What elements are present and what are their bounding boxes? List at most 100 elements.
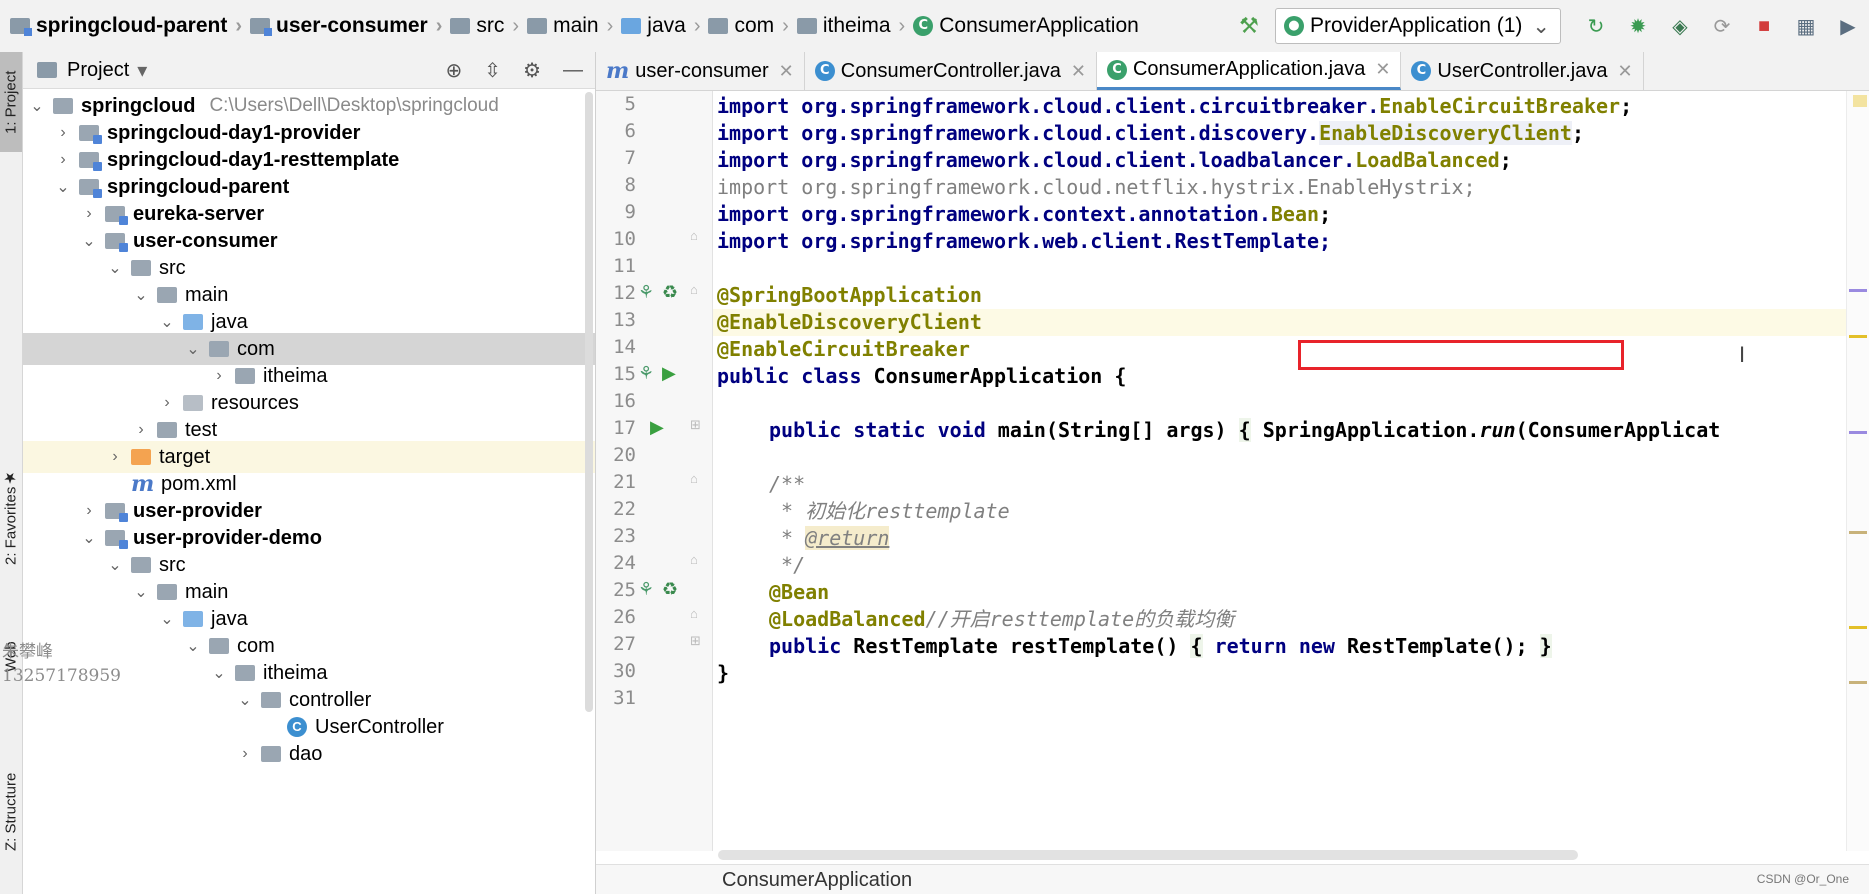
fold-icon[interactable]: ⌂ bbox=[690, 228, 698, 243]
chevron-right-icon[interactable]: › bbox=[235, 745, 255, 763]
chevron-down-icon[interactable]: ⌄ bbox=[183, 636, 203, 656]
code-line-current: @EnableDiscoveryClient bbox=[713, 309, 1863, 336]
inspection-status-icon[interactable] bbox=[1853, 95, 1867, 107]
expand-icon[interactable]: ⊞ bbox=[690, 417, 701, 433]
stripe-marker[interactable] bbox=[1849, 335, 1867, 338]
breadcrumb-item[interactable]: src › bbox=[446, 14, 523, 38]
chevron-right-icon[interactable]: › bbox=[79, 205, 99, 223]
code-line-unused-import: import org.springframework.cloud.netflix… bbox=[717, 175, 1476, 199]
run-icon[interactable]: ▶ bbox=[662, 363, 676, 384]
code-line: public RestTemplate restTemplate() { ret… bbox=[713, 633, 1863, 660]
spring-bean-icon[interactable]: ⚘ bbox=[638, 282, 654, 303]
breadcrumb-item[interactable]: C ConsumerApplication bbox=[909, 14, 1143, 38]
close-icon[interactable]: ✕ bbox=[1375, 59, 1390, 80]
build-hammer-icon[interactable]: ⚒ bbox=[1235, 12, 1263, 40]
close-icon[interactable]: ✕ bbox=[779, 61, 794, 82]
chevron-down-icon[interactable]: ⌄ bbox=[183, 339, 203, 359]
chevron-right-icon[interactable]: › bbox=[79, 502, 99, 520]
terminal-icon[interactable]: ▶ bbox=[1833, 11, 1863, 41]
package-icon bbox=[235, 665, 255, 681]
stripe-marker[interactable] bbox=[1849, 431, 1867, 434]
chevron-down-icon[interactable]: ⌄ bbox=[131, 285, 151, 305]
chevron-right-icon[interactable]: › bbox=[105, 448, 125, 466]
coverage-icon[interactable]: ◈ bbox=[1665, 11, 1695, 41]
tab-project[interactable]: 1: Project bbox=[0, 52, 22, 152]
code-area[interactable]: import org.springframework.cloud.client.… bbox=[713, 91, 1863, 851]
chevron-down-icon[interactable]: ⌄ bbox=[27, 96, 47, 116]
hide-icon[interactable]: — bbox=[563, 59, 583, 82]
code-line-comment: */ bbox=[769, 553, 806, 577]
stripe-marker[interactable] bbox=[1849, 626, 1867, 629]
fold-icon[interactable]: ⌂ bbox=[690, 552, 698, 567]
tab-consumer-application[interactable]: C ConsumerApplication.java ✕ bbox=[1096, 52, 1402, 90]
breadcrumb-item[interactable]: java › bbox=[617, 14, 704, 38]
chevron-right-icon: › bbox=[435, 14, 443, 37]
line-number-gutter[interactable]: 5 6 7 8 9 10 11 12 13 14 15 16 17 20 21 … bbox=[596, 91, 713, 851]
chevron-right-icon[interactable]: › bbox=[157, 394, 177, 412]
run-configuration-select[interactable]: ● ProviderApplication (1) ⌄ bbox=[1274, 8, 1561, 44]
tab-user-consumer[interactable]: m user-consumer ✕ bbox=[596, 52, 805, 90]
breadcrumb-item[interactable]: main › bbox=[523, 14, 617, 38]
rerun-icon[interactable]: ↻ bbox=[1581, 11, 1611, 41]
chevron-right-icon[interactable]: › bbox=[53, 151, 73, 169]
breadcrumb-item[interactable]: user-consumer › bbox=[246, 14, 446, 38]
breadcrumb-item[interactable]: itheima › bbox=[793, 14, 909, 38]
gear-icon[interactable]: ⚙ bbox=[523, 58, 541, 83]
project-scrollbar[interactable] bbox=[585, 92, 593, 712]
error-stripe[interactable] bbox=[1846, 91, 1869, 851]
chevron-down-icon[interactable]: ⌄ bbox=[105, 258, 125, 278]
horizontal-scrollbar[interactable] bbox=[718, 850, 1578, 860]
chevron-down-icon[interactable]: ⌄ bbox=[105, 555, 125, 575]
tab-web[interactable]: Web bbox=[0, 612, 22, 702]
editor-breadcrumb[interactable]: ConsumerApplication bbox=[596, 864, 1869, 894]
chevron-right-icon[interactable]: › bbox=[53, 124, 73, 142]
chevron-down-icon[interactable]: ⌄ bbox=[131, 582, 151, 602]
close-icon[interactable]: ✕ bbox=[1071, 61, 1086, 82]
spring-bean-icon[interactable]: ⚘ bbox=[638, 579, 654, 600]
breadcrumb-item[interactable]: com › bbox=[704, 14, 792, 38]
stripe-marker[interactable] bbox=[1849, 289, 1867, 292]
spring-bean-icon[interactable]: ⚘ bbox=[638, 363, 654, 384]
chevron-down-icon[interactable]: ⌄ bbox=[79, 528, 99, 548]
code-line: import org.springframework.cloud.client.… bbox=[713, 93, 1863, 120]
annotation: @LoadBalanced bbox=[769, 607, 926, 631]
toolbar: ⚒ ● ProviderApplication (1) ⌄ ↻ ✹ ◈ ⟳ ■ … bbox=[1235, 0, 1869, 52]
stripe-marker[interactable] bbox=[1849, 531, 1867, 534]
fold-icon[interactable]: ⌂ bbox=[690, 471, 698, 486]
spring-config-icon[interactable]: ♻ bbox=[662, 579, 678, 600]
chevron-down-icon[interactable]: ⌄ bbox=[79, 231, 99, 251]
chevron-right-icon[interactable]: › bbox=[209, 367, 229, 385]
chevron-down-icon[interactable]: ⌄ bbox=[209, 663, 229, 683]
project-structure-icon[interactable]: ▦ bbox=[1791, 11, 1821, 41]
class-ref: EnableDiscoveryClient bbox=[1319, 121, 1572, 145]
fold-icon[interactable]: ⌂ bbox=[690, 606, 698, 621]
module-folder-icon bbox=[10, 18, 32, 36]
collapse-all-icon[interactable]: ⇳ bbox=[484, 58, 501, 83]
tab-label: Z: Structure bbox=[2, 772, 20, 852]
chevron-down-icon[interactable]: ⌄ bbox=[157, 609, 177, 629]
chevron-down-icon[interactable]: ⌄ bbox=[235, 690, 255, 710]
project-view-select[interactable]: Project bbox=[67, 59, 129, 82]
locate-icon[interactable]: ⊕ bbox=[446, 58, 463, 83]
profile-icon[interactable]: ⟳ bbox=[1707, 11, 1737, 41]
tab-structure[interactable]: Z: Structure bbox=[0, 742, 22, 882]
spring-config-icon[interactable]: ♻ bbox=[662, 282, 678, 303]
breadcrumb-item[interactable]: springcloud-parent › bbox=[6, 14, 246, 38]
fold-icon[interactable]: ⌂ bbox=[690, 282, 698, 297]
tab-user-controller[interactable]: C UserController.java ✕ bbox=[1401, 52, 1644, 90]
expand-icon[interactable]: ⊞ bbox=[690, 633, 701, 649]
tab-consumer-controller[interactable]: C ConsumerController.java ✕ bbox=[805, 52, 1097, 90]
debug-icon[interactable]: ✹ bbox=[1623, 11, 1653, 41]
chevron-down-icon[interactable]: ▾ bbox=[137, 58, 147, 83]
tree-item[interactable]: › dao bbox=[23, 738, 595, 770]
stripe-marker[interactable] bbox=[1849, 681, 1867, 684]
run-icon[interactable]: ▶ bbox=[650, 417, 664, 438]
close-icon[interactable]: ✕ bbox=[1617, 61, 1632, 82]
chevron-down-icon[interactable]: ⌄ bbox=[157, 312, 177, 332]
chevron-right-icon[interactable]: › bbox=[131, 421, 151, 439]
chevron-down-icon[interactable]: ⌄ bbox=[53, 177, 73, 197]
stop-icon[interactable]: ■ bbox=[1749, 11, 1779, 41]
folded-brace: } bbox=[1539, 634, 1552, 658]
folded-brace: { bbox=[1190, 634, 1203, 658]
tab-favorites[interactable]: 2: Favorites ★ bbox=[0, 442, 22, 592]
